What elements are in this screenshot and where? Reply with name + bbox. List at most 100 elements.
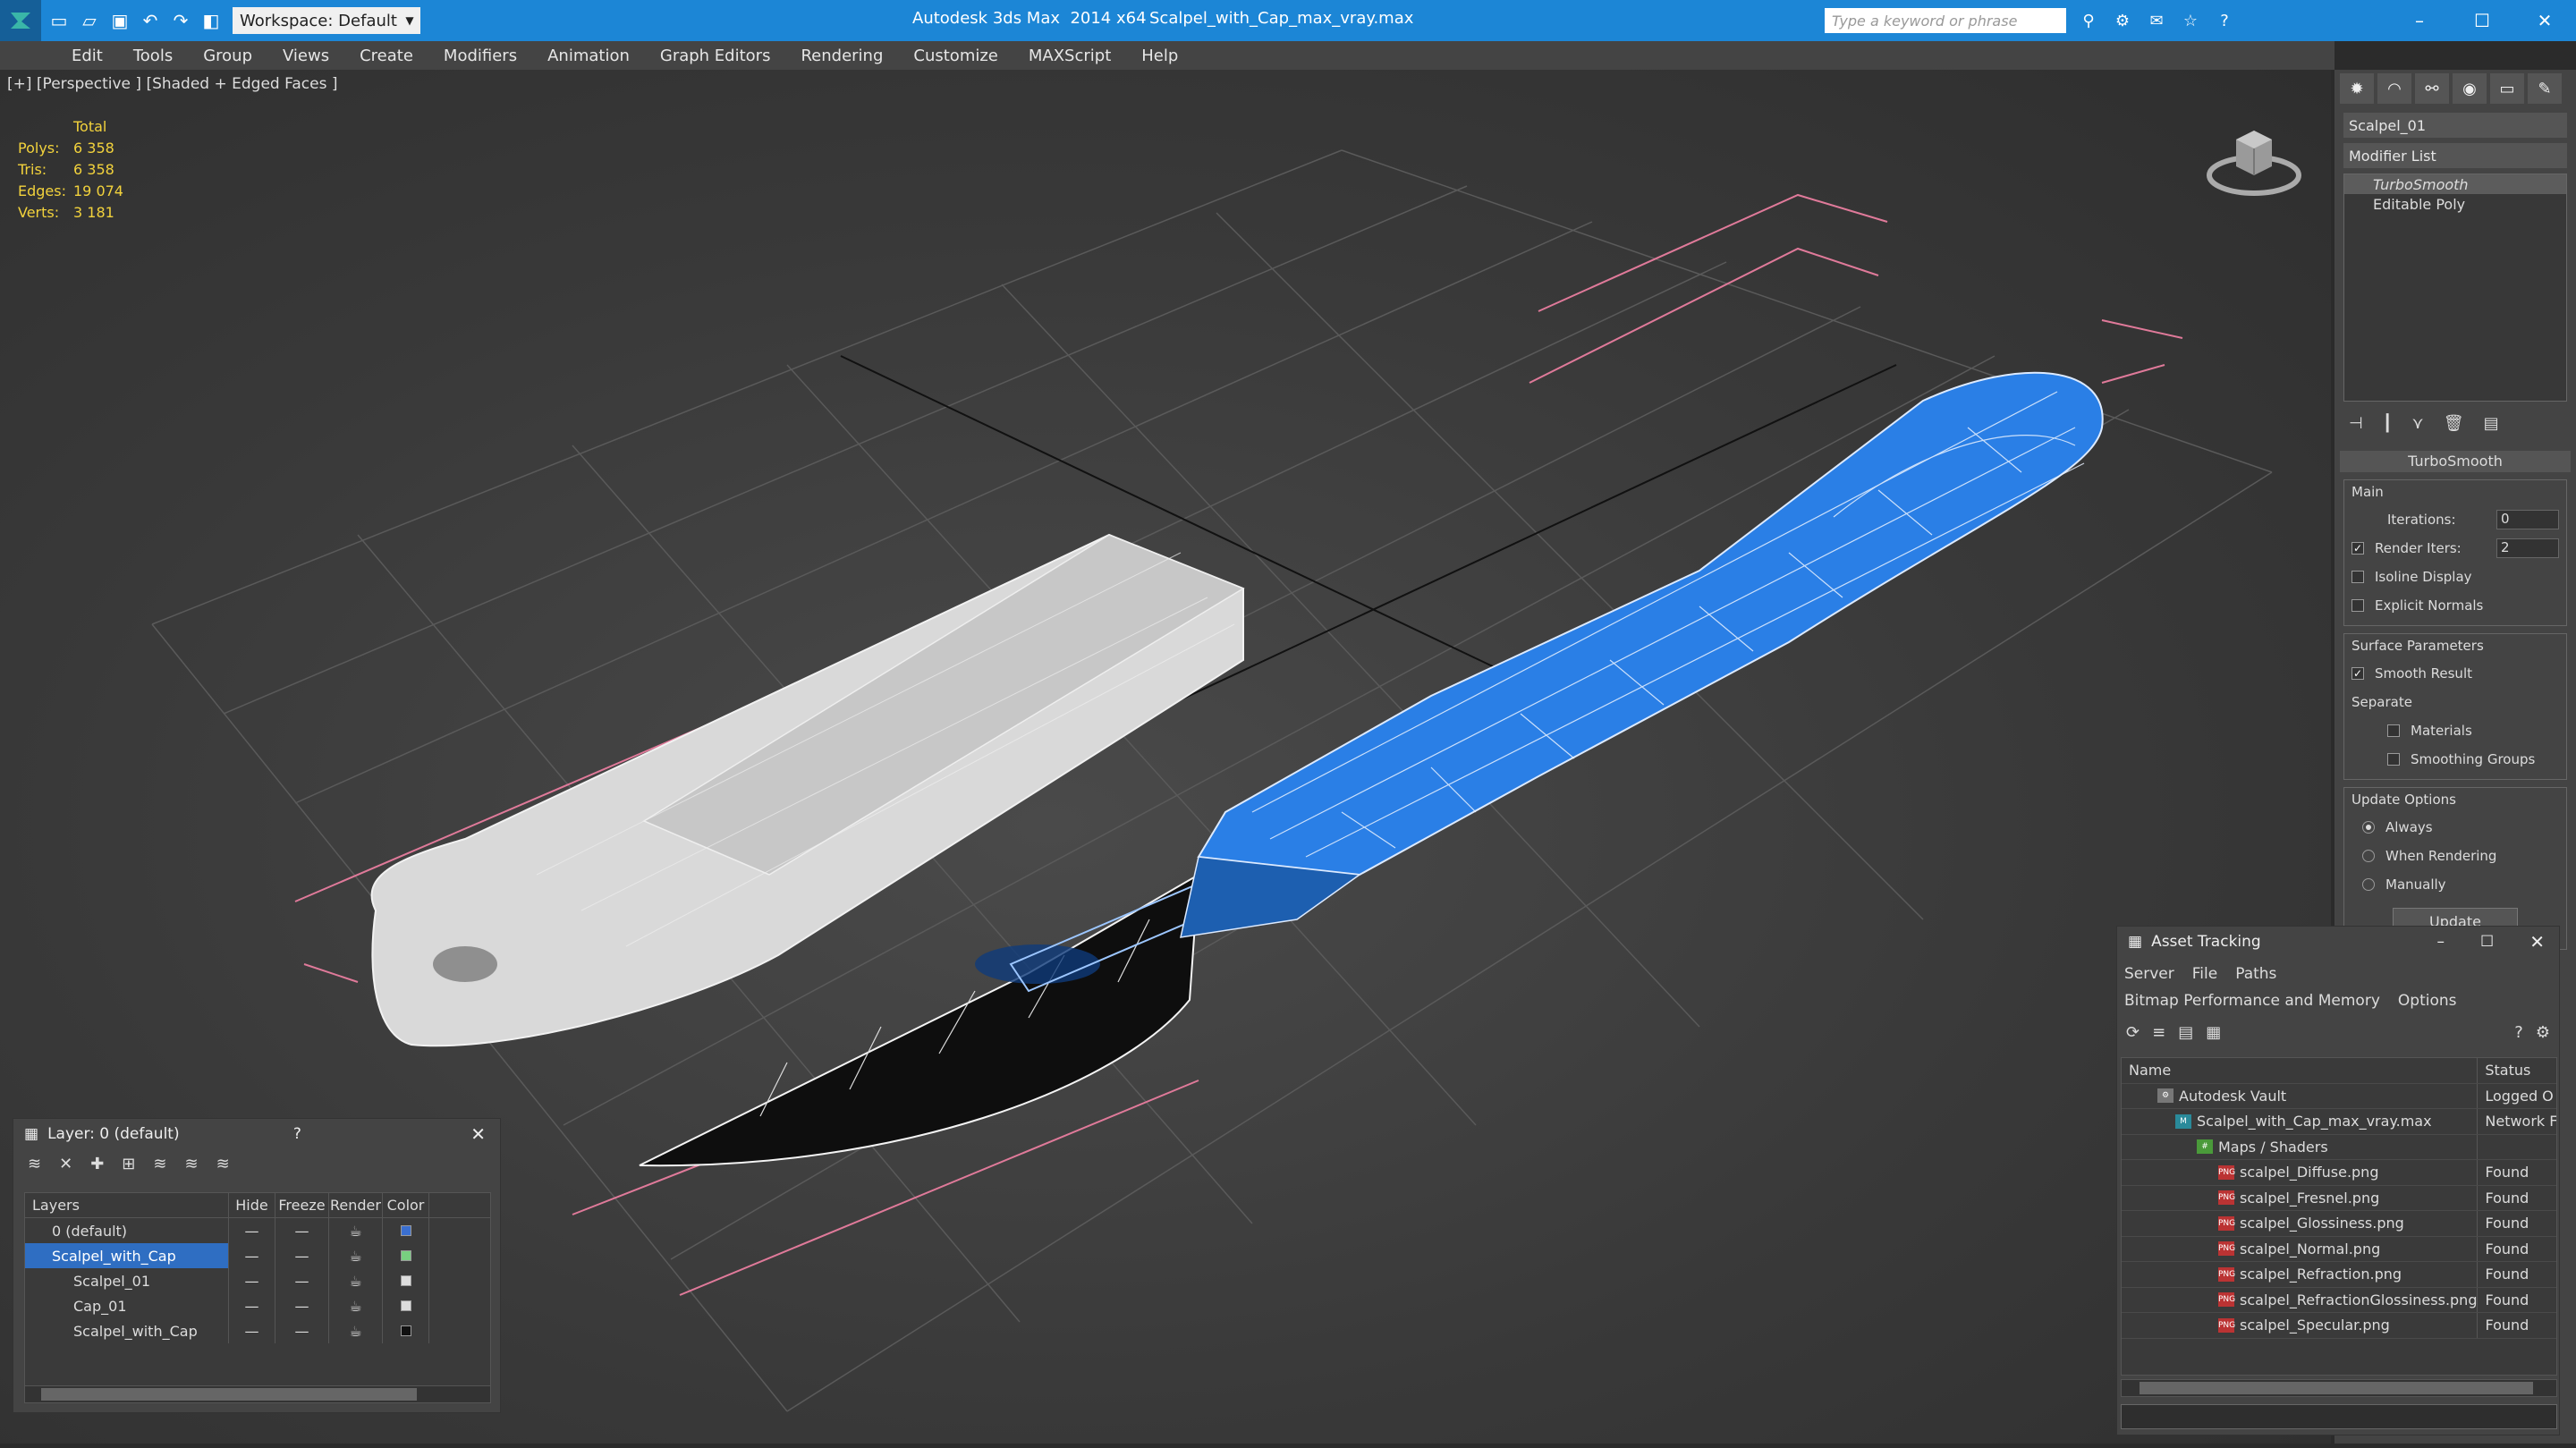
always-radio[interactable] [2362, 821, 2375, 834]
binoculars-icon[interactable]: ⚲ [2075, 7, 2102, 34]
subscription-icon[interactable]: ⚙ [2109, 7, 2136, 34]
smooth-result-checkbox[interactable]: ✓ [2351, 667, 2364, 680]
pin-stack-icon[interactable]: ⊣ [2349, 414, 2363, 433]
menu-graph-editors[interactable]: Graph Editors [660, 47, 771, 65]
asset-row[interactable]: PNG scalpel_Refraction.png Found [2122, 1262, 2556, 1288]
rollout-turbosmooth[interactable]: TurboSmooth [2340, 451, 2571, 472]
utilities-tab-icon[interactable]: ✎ [2528, 73, 2562, 104]
col-color[interactable]: Color [383, 1193, 429, 1217]
asset-row[interactable]: ⚙ Autodesk Vault Logged O [2122, 1083, 2556, 1109]
render-toggle-icon[interactable]: ☕ [329, 1218, 383, 1243]
layer-color[interactable] [383, 1318, 429, 1343]
manually-radio[interactable] [2362, 878, 2375, 891]
layer-dialog-titlebar[interactable]: ▦ Layer: 0 (default) ? ✕ [13, 1119, 500, 1149]
settings-icon[interactable]: ⚙ [2536, 1023, 2550, 1042]
asset-maximize-icon[interactable]: ☐ [2480, 933, 2494, 951]
explicit-normals-checkbox[interactable] [2351, 599, 2364, 612]
layer-color[interactable] [383, 1218, 429, 1243]
menu-help[interactable]: Help [1141, 47, 1178, 65]
layer-row[interactable]: 0 (default) — — ☕ [25, 1218, 490, 1243]
save-icon[interactable]: ▣ [107, 8, 132, 33]
table-view-icon[interactable]: ▤ [2178, 1023, 2193, 1042]
materials-checkbox[interactable] [2387, 724, 2400, 737]
menu-rendering[interactable]: Rendering [801, 47, 883, 65]
asset-menu-file[interactable]: File [2192, 961, 2217, 987]
menu-modifiers[interactable]: Modifiers [444, 47, 517, 65]
col-layers[interactable]: Layers [25, 1193, 229, 1217]
render-iters-spinner[interactable]: 2 [2496, 538, 2559, 558]
asset-row[interactable]: PNG scalpel_Normal.png Found [2122, 1236, 2556, 1262]
undo-icon[interactable]: ↶ [138, 8, 163, 33]
hide-toggle[interactable]: — [229, 1293, 275, 1318]
menu-maxscript[interactable]: MAXScript [1029, 47, 1111, 65]
hide-toggle[interactable]: — [229, 1268, 275, 1293]
asset-row[interactable]: PNG scalpel_Specular.png Found [2122, 1313, 2556, 1339]
col-status[interactable]: Status [2478, 1062, 2556, 1079]
help-icon[interactable]: ? [2211, 7, 2238, 34]
asset-menu-options[interactable]: Options [2398, 987, 2457, 1014]
freeze-toggle[interactable]: — [275, 1318, 329, 1343]
asset-path-field[interactable] [2121, 1404, 2557, 1429]
col-render[interactable]: Render [329, 1193, 383, 1217]
asset-row[interactable]: # Maps / Shaders [2122, 1134, 2556, 1160]
asset-horizontal-scrollbar[interactable] [2121, 1379, 2557, 1397]
viewport-label[interactable]: [+] [Perspective ] [Shaded + Edged Faces… [7, 75, 337, 93]
hide-toggle[interactable]: — [229, 1243, 275, 1268]
help-icon[interactable]: ? [2514, 1023, 2523, 1042]
menu-tools[interactable]: Tools [133, 47, 173, 65]
modifier-list-dropdown[interactable]: Modifier List [2343, 143, 2567, 168]
layer-help-button[interactable]: ? [293, 1125, 301, 1143]
hierarchy-tab-icon[interactable]: ⚯ [2415, 73, 2449, 104]
asset-close-icon[interactable]: ✕ [2529, 931, 2545, 953]
minimize-button[interactable]: – [2388, 0, 2451, 41]
layer-row[interactable]: Scalpel_with_Cap — — ☕ [25, 1318, 490, 1343]
asset-minimize-icon[interactable]: – [2436, 933, 2445, 951]
render-toggle-icon[interactable]: ☕ [329, 1318, 383, 1343]
freeze-all-icon[interactable]: ≋ [216, 1155, 230, 1173]
asset-menu-paths[interactable]: Paths [2235, 961, 2276, 987]
app-logo-icon[interactable] [0, 0, 41, 41]
asset-dialog-titlebar[interactable]: ▦ Asset Tracking – ☐ ✕ [2117, 927, 2559, 957]
asset-row[interactable]: M Scalpel_with_Cap_max_vray.max Network F [2122, 1109, 2556, 1135]
asset-row[interactable]: PNG scalpel_Diffuse.png Found [2122, 1160, 2556, 1186]
communication-icon[interactable]: ✉ [2143, 7, 2170, 34]
col-freeze[interactable]: Freeze [275, 1193, 329, 1217]
asset-menu-server[interactable]: Server [2124, 961, 2174, 987]
open-file-icon[interactable]: ▱ [77, 8, 102, 33]
close-button[interactable]: ✕ [2513, 0, 2576, 41]
make-unique-icon[interactable]: ⋎ [2412, 414, 2424, 433]
scrollbar-thumb[interactable] [2140, 1382, 2533, 1394]
object-name-field[interactable]: Scalpel_01 [2343, 113, 2567, 138]
freeze-toggle[interactable]: — [275, 1268, 329, 1293]
create-layer-icon[interactable]: ≋ [28, 1155, 41, 1173]
stack-item-turbosmooth[interactable]: TurboSmooth [2344, 174, 2566, 194]
menu-customize[interactable]: Customize [913, 47, 997, 65]
select-in-layer-icon[interactable]: ⊞ [122, 1155, 135, 1173]
asset-row[interactable]: PNG scalpel_RefractionGlossiness.png Foun… [2122, 1287, 2556, 1313]
list-view-icon[interactable]: ≡ [2152, 1023, 2165, 1042]
new-file-icon[interactable]: ▭ [47, 8, 72, 33]
render-iters-checkbox[interactable]: ✓ [2351, 542, 2364, 555]
stack-item-editable-poly[interactable]: Editable Poly [2344, 194, 2566, 214]
scrollbar-thumb[interactable] [41, 1388, 417, 1401]
delete-layer-icon[interactable]: ✕ [59, 1155, 72, 1173]
menu-group[interactable]: Group [203, 47, 252, 65]
iterations-spinner[interactable]: 0 [2496, 510, 2559, 529]
display-tab-icon[interactable]: ▭ [2490, 73, 2524, 104]
project-folder-icon[interactable]: ◧ [199, 8, 224, 33]
layer-row[interactable]: Scalpel_01 — — ☕ [25, 1268, 490, 1293]
refresh-icon[interactable]: ⟳ [2126, 1023, 2140, 1042]
render-toggle-icon[interactable]: ☕ [329, 1293, 383, 1318]
isoline-checkbox[interactable] [2351, 571, 2364, 583]
col-hide[interactable]: Hide [229, 1193, 275, 1217]
hide-toggle[interactable]: — [229, 1318, 275, 1343]
hide-toggle[interactable]: — [229, 1218, 275, 1243]
create-tab-icon[interactable]: ✹ [2340, 73, 2374, 104]
favorites-star-icon[interactable]: ☆ [2177, 7, 2204, 34]
viewcube-icon[interactable] [2200, 113, 2308, 202]
layer-row[interactable]: Cap_01 — — ☕ [25, 1293, 490, 1318]
menu-edit[interactable]: Edit [72, 47, 103, 65]
configure-sets-icon[interactable]: ▤ [2484, 414, 2499, 433]
hide-all-icon[interactable]: ≋ [184, 1155, 198, 1173]
layer-color[interactable] [383, 1268, 429, 1293]
